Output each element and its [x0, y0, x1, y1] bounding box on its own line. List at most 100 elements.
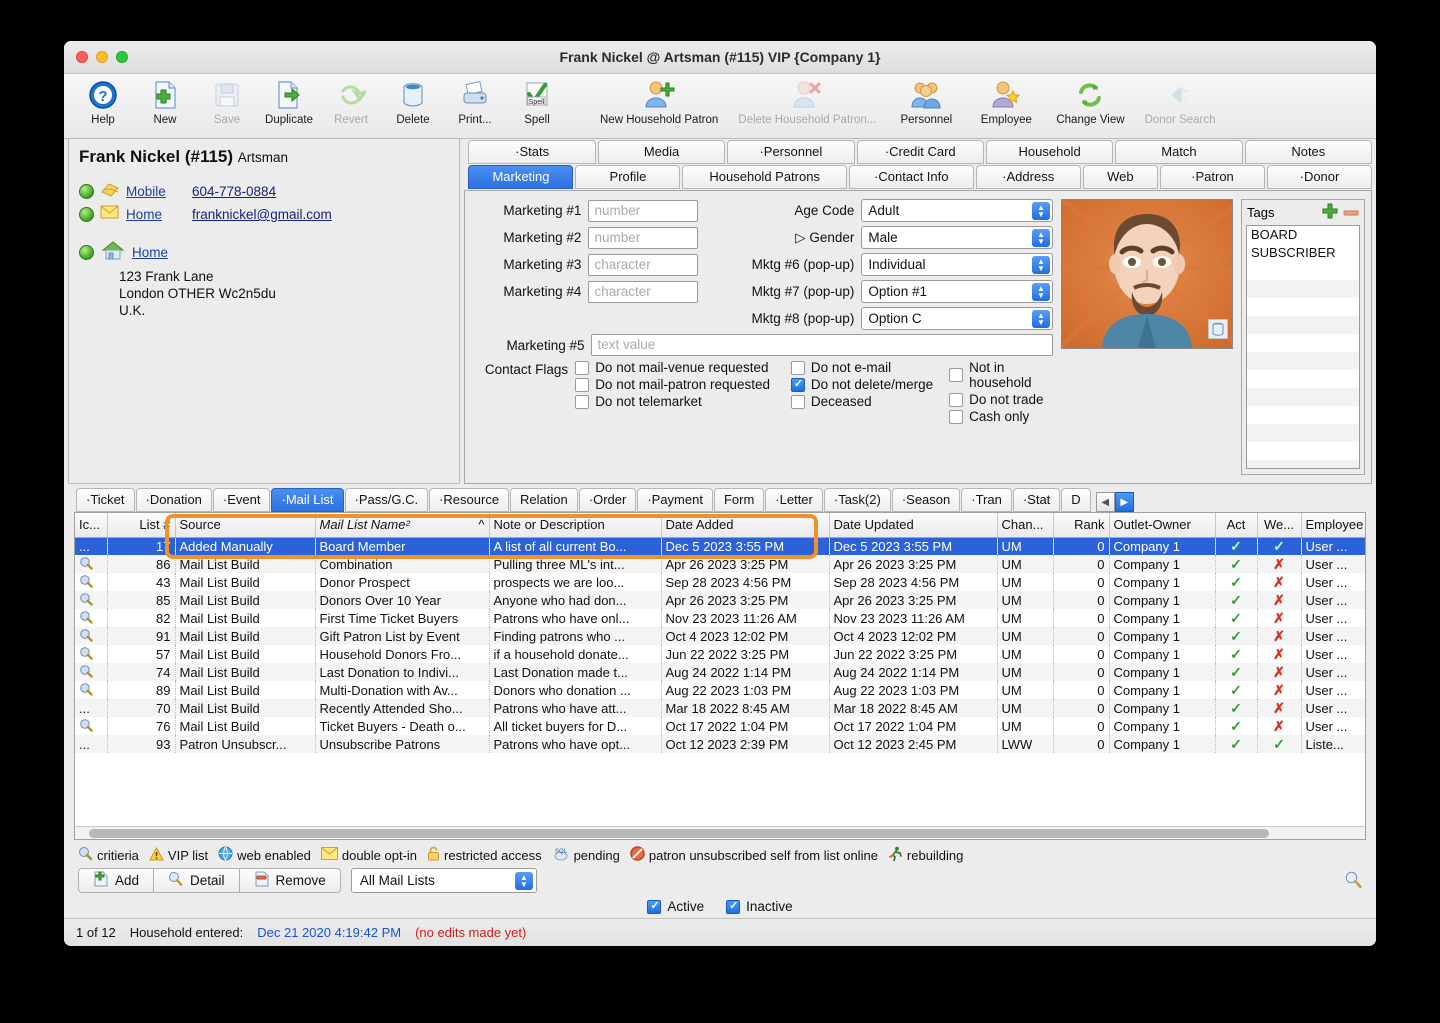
window-controls[interactable]: [76, 51, 128, 63]
table-row[interactable]: 89 Mail List Build Multi-Donation with Av.…: [75, 681, 1365, 699]
list-item[interactable]: SUBSCRIBER: [1247, 244, 1359, 262]
tab-patron[interactable]: ·Patron: [1159, 165, 1265, 189]
subtab-ticket[interactable]: ·Ticket: [76, 488, 135, 512]
col-employee[interactable]: Employee: [1301, 513, 1365, 538]
tags-list[interactable]: BOARD SUBSCRIBER: [1246, 225, 1360, 469]
contact-value-mobile[interactable]: 604-778-0884: [192, 184, 276, 199]
table-row[interactable]: 57 Mail List Build Household Donors Fro...…: [75, 645, 1365, 663]
col-web[interactable]: We...: [1257, 513, 1302, 538]
checkbox[interactable]: [647, 899, 662, 914]
table-row[interactable]: ... 70 Mail List Build Recently Attended Sh…: [75, 699, 1365, 717]
table-row[interactable]: 85 Mail List Build Donors Over 10 Year Anyo…: [75, 591, 1365, 609]
add-button[interactable]: Add: [78, 868, 155, 893]
close-button[interactable]: [76, 51, 88, 63]
toolbar-help[interactable]: ? Help: [72, 74, 134, 126]
horizontal-scrollbar[interactable]: [75, 826, 1365, 839]
subtab-tran[interactable]: ·Tran: [961, 488, 1012, 512]
tab-scroll-nav[interactable]: ◀ ▶: [1095, 492, 1134, 512]
tab-household-patrons[interactable]: Household Patrons: [682, 165, 847, 189]
marketing2-input[interactable]: number: [588, 226, 698, 249]
col-mail-list-name[interactable]: Mail List Name² ^: [315, 513, 490, 538]
tab-match[interactable]: Match: [1115, 140, 1243, 164]
tab-donor[interactable]: ·Donor: [1266, 165, 1372, 189]
table-row[interactable]: 76 Mail List Build Ticket Buyers - Death o…: [75, 717, 1365, 735]
flag-do-not-delete-merge[interactable]: Do not delete/merge: [790, 377, 949, 392]
tab-web[interactable]: Web: [1082, 165, 1158, 189]
mktg7-select[interactable]: Option #1 ▲ ▼: [861, 280, 1053, 303]
address-label[interactable]: Home: [132, 245, 168, 260]
minus-icon[interactable]: [1343, 205, 1359, 220]
subtab-payment[interactable]: ·Payment: [637, 488, 713, 512]
minimize-button[interactable]: [96, 51, 108, 63]
toolbar-revert[interactable]: Revert: [320, 74, 382, 126]
table-row[interactable]: 91 Mail List Build Gift Patron List by Eve…: [75, 627, 1365, 645]
toolbar-donor-search[interactable]: Donor Search: [1135, 74, 1226, 126]
toolbar-save[interactable]: Save: [196, 74, 258, 126]
checkbox[interactable]: [726, 899, 741, 914]
table-row[interactable]: 74 Mail List Build Last Donation to Indivi…: [75, 663, 1365, 681]
toolbar-new-household-patron[interactable]: New Household Patron: [590, 74, 728, 126]
toolbar-delete[interactable]: Delete: [382, 74, 444, 126]
table-row[interactable]: 82 Mail List Build First Time Ticket Buyer…: [75, 609, 1365, 627]
tab-credit-card[interactable]: ·Credit Card: [856, 140, 984, 164]
col-list-number[interactable]: List #: [107, 513, 176, 538]
subtab-season[interactable]: ·Season: [891, 488, 961, 512]
checkbox[interactable]: [575, 377, 590, 392]
toolbar-print[interactable]: Print...: [444, 74, 506, 126]
checkbox[interactable]: [790, 394, 805, 409]
tab-stats[interactable]: ·Stats: [468, 140, 596, 164]
marketing4-input[interactable]: character: [588, 280, 698, 303]
toolbar-change-view[interactable]: Change View: [1046, 74, 1134, 126]
checkbox[interactable]: [575, 360, 590, 375]
tab-profile[interactable]: Profile: [575, 165, 681, 189]
remove-button[interactable]: Remove: [239, 868, 341, 893]
plus-icon[interactable]: [1322, 203, 1338, 222]
table-row[interactable]: 86 Mail List Build Combination Pulling thre…: [75, 555, 1365, 573]
contact-type-home[interactable]: Home: [126, 207, 186, 222]
flag-do-not-trade[interactable]: Do not trade: [949, 392, 1053, 407]
detail-button[interactable]: Detail: [154, 868, 240, 893]
gender-select[interactable]: Male ▲ ▼: [861, 226, 1053, 249]
col-act[interactable]: Act: [1215, 513, 1258, 538]
flag-do-not-email[interactable]: Do not e-mail: [790, 360, 949, 375]
search-magnifier-icon[interactable]: [1344, 870, 1362, 892]
avatar[interactable]: [1061, 199, 1233, 349]
col-date-updated[interactable]: Date Updated: [829, 513, 998, 538]
toolbar-new[interactable]: New: [134, 74, 196, 126]
checkbox[interactable]: [949, 392, 964, 407]
checkbox[interactable]: [790, 377, 805, 392]
chevron-right-icon[interactable]: ▶: [1114, 492, 1134, 512]
toolbar-duplicate[interactable]: Duplicate: [258, 74, 320, 126]
subtab-task[interactable]: ·Task(2): [823, 488, 891, 512]
tab-media[interactable]: Media: [597, 140, 726, 164]
marketing3-input[interactable]: character: [588, 253, 698, 276]
tab-household[interactable]: Household: [985, 140, 1114, 164]
flag-do-not-mail-venue[interactable]: Do not mail-venue requested: [575, 360, 791, 375]
subtab-donation[interactable]: ·Donation: [135, 488, 212, 512]
subtab-pass-gc[interactable]: ·Pass/G.C.: [344, 488, 429, 512]
checkbox[interactable]: [790, 360, 805, 375]
scrollbar-thumb[interactable]: [89, 829, 1269, 838]
col-note[interactable]: Note or Description: [489, 513, 662, 538]
checkbox[interactable]: [949, 409, 964, 424]
marketing1-input[interactable]: number: [588, 199, 698, 222]
toolbar-spell[interactable]: Spell Spell: [506, 74, 568, 126]
tab-notes[interactable]: Notes: [1244, 140, 1372, 164]
maximize-button[interactable]: [116, 51, 128, 63]
subtab-overflow[interactable]: D: [1061, 488, 1091, 512]
toolbar-personnel[interactable]: Personnel: [886, 74, 966, 126]
toolbar-delete-household-patron[interactable]: Delete Household Patron...: [728, 74, 886, 126]
col-channel[interactable]: Chan...: [997, 513, 1054, 538]
filter-inactive[interactable]: Inactive: [726, 899, 793, 914]
col-rank[interactable]: Rank: [1053, 513, 1110, 538]
table-row[interactable]: 43 Mail List Build Donor Prospect prospects…: [75, 573, 1365, 591]
list-item[interactable]: BOARD: [1247, 226, 1359, 244]
flag-do-not-mail-patron[interactable]: Do not mail-patron requested: [575, 377, 791, 392]
trash-can-icon[interactable]: [1207, 318, 1229, 344]
subtab-mail-list[interactable]: ·Mail List: [271, 488, 344, 512]
table-row[interactable]: ... 93 Patron Unsubscr... Unsubscribe Patro…: [75, 735, 1365, 753]
tab-contact-info[interactable]: ·Contact Info: [848, 165, 974, 189]
mktg8-select[interactable]: Option C ▲ ▼: [861, 307, 1054, 330]
toolbar-employee[interactable]: Employee: [966, 74, 1046, 126]
flag-deceased[interactable]: Deceased: [790, 394, 949, 409]
